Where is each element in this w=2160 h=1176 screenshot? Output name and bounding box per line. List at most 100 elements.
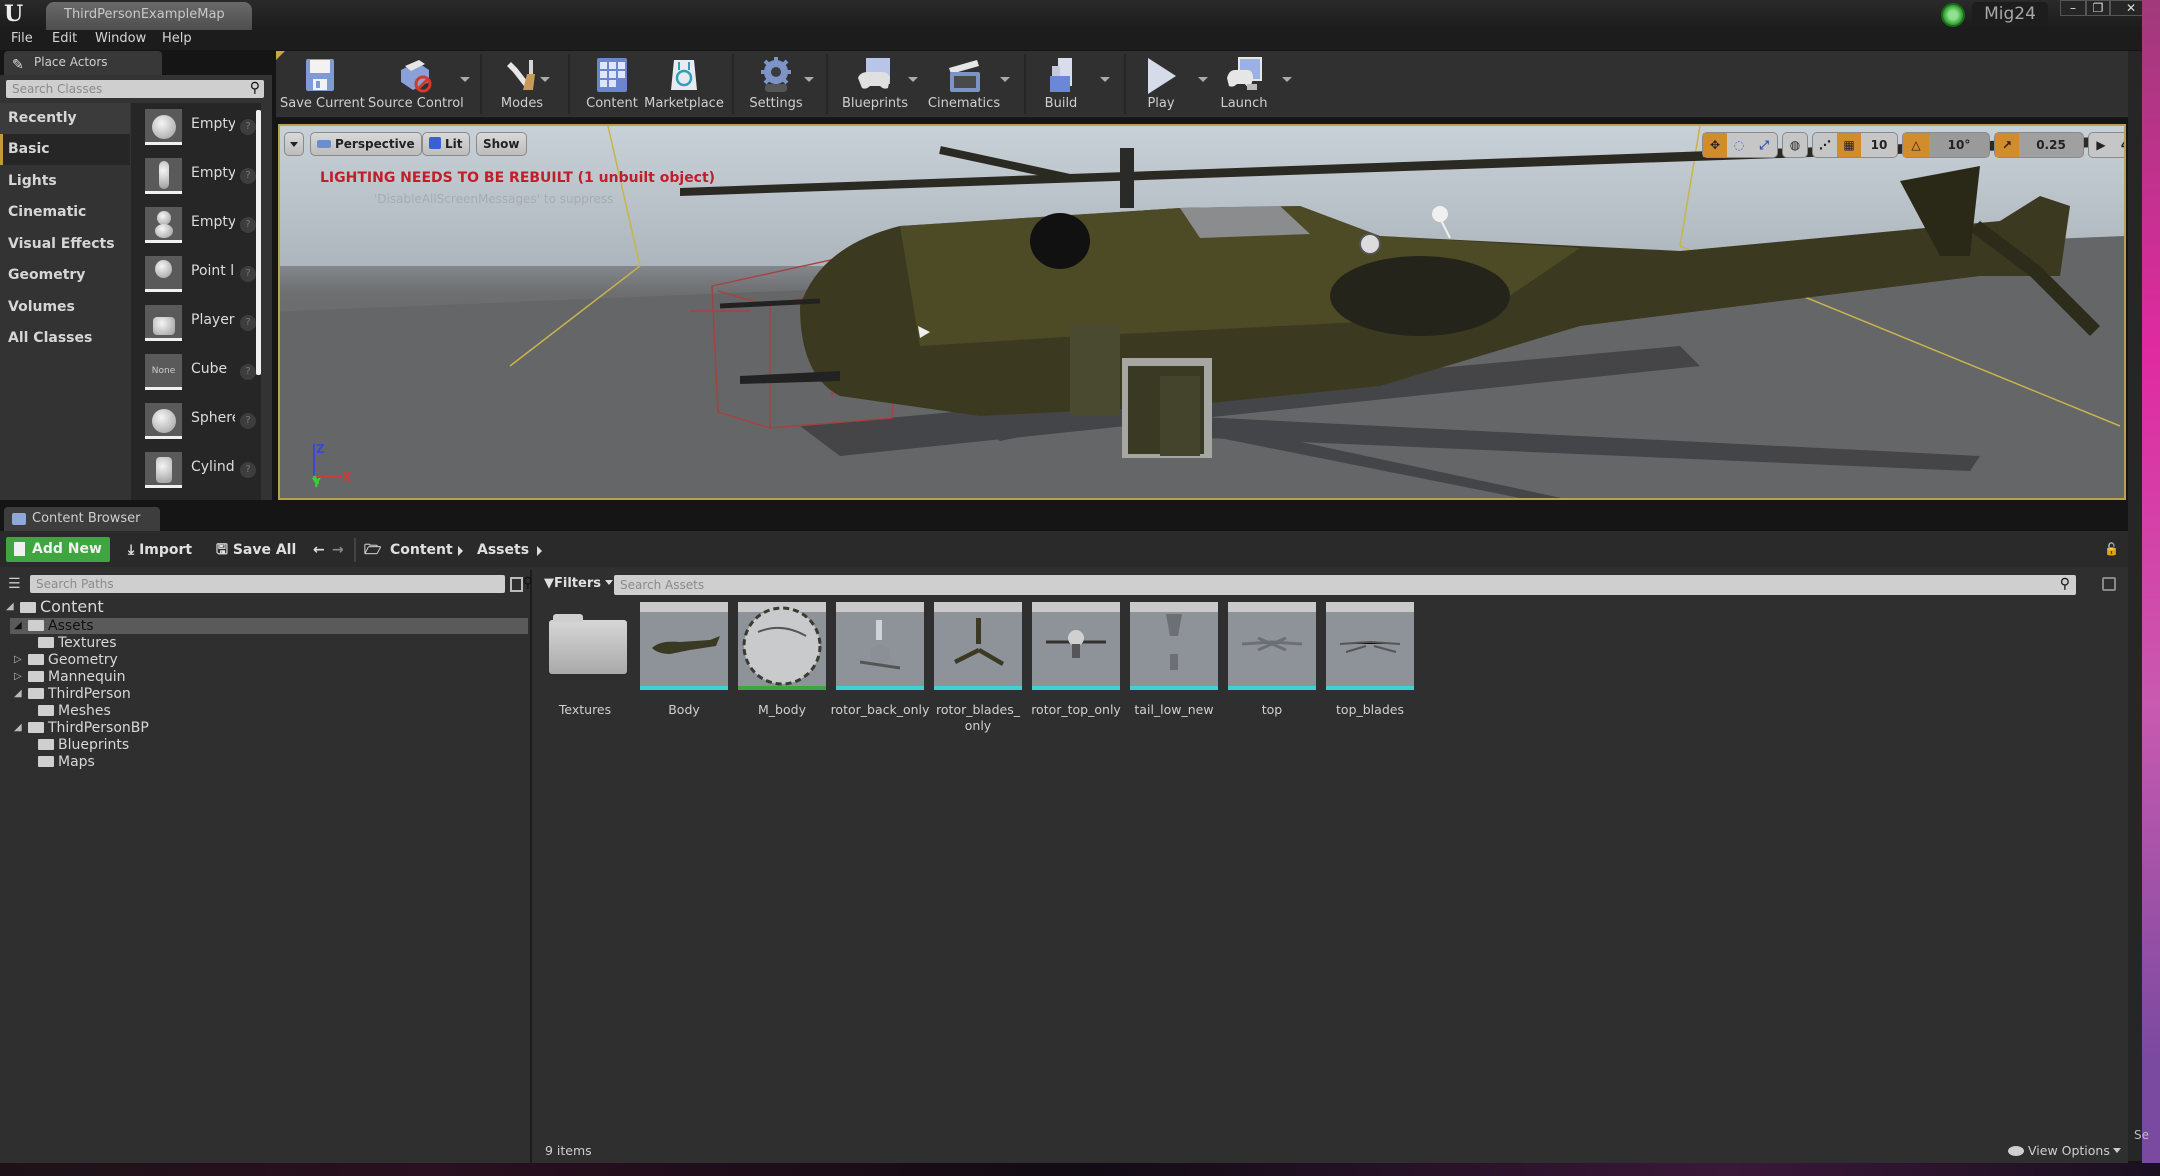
help-icon[interactable]: ? <box>240 266 256 282</box>
back-button[interactable]: ← <box>313 538 325 562</box>
category-recently-placed[interactable]: Recently Placed <box>0 103 130 157</box>
cinematics-button[interactable]: Cinematics <box>924 53 1004 115</box>
breadcrumb-separator[interactable] <box>458 546 463 556</box>
search-assets-input[interactable]: Search Assets ⚲ <box>614 575 2076 595</box>
minimize-button[interactable]: – <box>2060 0 2086 16</box>
actor-item[interactable]: Empty ? <box>139 154 259 199</box>
help-icon[interactable]: ? <box>240 119 256 135</box>
actor-item[interactable]: None Cube ? <box>139 350 259 395</box>
search-paths-input[interactable]: Search Paths ⚲ <box>30 575 533 593</box>
actor-item[interactable]: Point l ? <box>139 252 259 297</box>
scale-tool-icon[interactable]: ⤢ <box>1751 133 1777 157</box>
grid-snap-icon[interactable]: ▦ <box>1837 133 1861 157</box>
tree-item-mannequin[interactable]: ▷ Mannequin <box>14 669 126 685</box>
path-view-options-icon[interactable] <box>510 577 523 592</box>
launch-dropdown[interactable] <box>1282 77 1292 82</box>
world-local-toggle[interactable]: ◍ <box>1782 132 1808 158</box>
tree-item-thirdperson[interactable]: ◢ ThirdPerson <box>14 686 131 702</box>
maximize-button[interactable]: ❐ <box>2086 0 2110 16</box>
asset-tile[interactable]: Body <box>640 602 728 732</box>
forward-button[interactable]: → <box>332 538 344 562</box>
tree-item-assets[interactable]: ◢ Assets <box>14 618 94 634</box>
tree-item-textures[interactable]: Textures <box>38 635 117 651</box>
marketplace-button[interactable]: Marketplace <box>644 53 724 115</box>
viewport-options-dropdown[interactable] <box>284 132 304 156</box>
breadcrumb-separator[interactable] <box>537 546 542 556</box>
category-cinematic[interactable]: Cinematic <box>0 197 130 228</box>
grid-snap-value[interactable]: 10 <box>1861 133 1897 157</box>
rotation-snap-value[interactable]: 10° <box>1929 133 1989 157</box>
launch-button[interactable]: Launch <box>1214 53 1274 115</box>
save-all-button[interactable]: 🖫 Save All <box>216 538 296 562</box>
search-classes-input[interactable]: Search Classes ⚲ <box>6 80 264 98</box>
help-icon[interactable]: ? <box>240 168 256 184</box>
rotate-tool-icon[interactable]: ◌ <box>1727 133 1751 157</box>
settings-dropdown[interactable] <box>804 77 814 82</box>
breadcrumb-content[interactable]: Content <box>390 538 453 562</box>
asset-tile[interactable]: rotor_back_only <box>831 602 929 732</box>
actor-item[interactable]: Player ? <box>139 301 259 346</box>
asset-tile[interactable]: rotor_blades_ only <box>934 602 1022 733</box>
content-browser-tab[interactable]: Content Browser <box>4 507 160 531</box>
menu-edit[interactable]: Edit <box>52 31 77 46</box>
asset-tile[interactable]: rotor_top_only <box>1031 602 1121 732</box>
actor-item[interactable]: Empty ? <box>139 203 259 248</box>
settings-button[interactable]: Settings <box>746 53 806 115</box>
menu-file[interactable]: File <box>11 31 33 46</box>
import-button[interactable]: ⤓ Import <box>128 538 192 562</box>
level-viewport[interactable]: Perspective Lit Show LIGHTING NEEDS TO B… <box>278 124 2126 500</box>
category-volumes[interactable]: Volumes <box>0 292 130 323</box>
tree-item-geometry[interactable]: ▷ Geometry <box>14 652 118 668</box>
scale-snap-value[interactable]: 0.25 <box>2019 133 2083 157</box>
perspective-button[interactable]: Perspective <box>310 132 422 156</box>
help-icon[interactable]: ? <box>240 462 256 478</box>
help-icon[interactable]: ? <box>240 413 256 429</box>
asset-tile[interactable]: tail_low_new <box>1130 602 1218 732</box>
asset-tile[interactable]: Textures <box>541 602 629 732</box>
filters-button[interactable]: ▼Filters <box>544 576 613 591</box>
source-control-button[interactable]: Source Control <box>368 53 464 115</box>
category-geometry[interactable]: Geometry <box>0 260 130 291</box>
asset-tile[interactable]: top <box>1228 602 1316 732</box>
category-lights[interactable]: Lights <box>0 166 130 197</box>
translate-tool-icon[interactable]: ✥ <box>1703 133 1727 157</box>
add-new-button[interactable]: Add New <box>6 537 110 576</box>
category-visual-effects[interactable]: Visual Effects <box>0 229 130 260</box>
help-icon[interactable]: ? <box>240 315 256 331</box>
asset-tile[interactable]: M_body <box>738 602 826 732</box>
actor-list-scrollbar[interactable] <box>256 110 261 375</box>
source-control-dropdown[interactable] <box>460 77 470 82</box>
content-button[interactable]: Content <box>580 53 644 115</box>
surface-snap-icon[interactable]: ⋰ <box>1813 133 1837 157</box>
save-current-button[interactable]: Save Current <box>280 53 365 115</box>
actor-item[interactable]: Cylind ? <box>139 448 259 493</box>
build-dropdown[interactable] <box>1100 77 1110 82</box>
blueprints-dropdown[interactable] <box>908 77 918 82</box>
menu-help[interactable]: Help <box>162 31 192 46</box>
tree-item-maps[interactable]: Maps <box>38 754 95 770</box>
actor-item[interactable]: Empty ? <box>139 105 259 150</box>
actor-item[interactable]: Sphere ? <box>139 399 259 444</box>
lit-button[interactable]: Lit <box>422 132 470 156</box>
category-basic[interactable]: Basic <box>0 134 130 165</box>
level-tab[interactable]: ThirdPersonExampleMap <box>46 2 252 30</box>
collapse-sources-icon[interactable]: ☰ <box>8 576 21 592</box>
rotation-snap-icon[interactable]: △ <box>1903 133 1929 157</box>
camera-speed-group[interactable]: ▶ 4 <box>2088 132 2124 158</box>
play-button[interactable]: Play <box>1140 53 1182 115</box>
tree-item-thirdpersonbp[interactable]: ◢ ThirdPersonBP <box>14 720 149 736</box>
tree-item-content[interactable]: ◢ Content <box>6 599 104 615</box>
view-options-button[interactable]: View Options <box>2008 1143 2121 1158</box>
tree-item-meshes[interactable]: Meshes <box>38 703 111 719</box>
modes-button[interactable]: Modes <box>492 53 552 115</box>
save-search-icon[interactable] <box>2102 577 2116 591</box>
breadcrumb-assets[interactable]: Assets <box>477 538 529 562</box>
asset-tile[interactable]: top_blades <box>1326 602 1414 732</box>
help-icon[interactable]: ? <box>240 364 256 380</box>
show-button[interactable]: Show <box>476 132 527 156</box>
category-all-classes[interactable]: All Classes <box>0 323 130 354</box>
help-icon[interactable]: ? <box>240 217 256 233</box>
place-actors-tab[interactable]: ✎ Place Actors <box>4 51 162 75</box>
blueprints-button[interactable]: Blueprints <box>840 53 910 115</box>
build-button[interactable]: Build <box>1040 53 1082 115</box>
